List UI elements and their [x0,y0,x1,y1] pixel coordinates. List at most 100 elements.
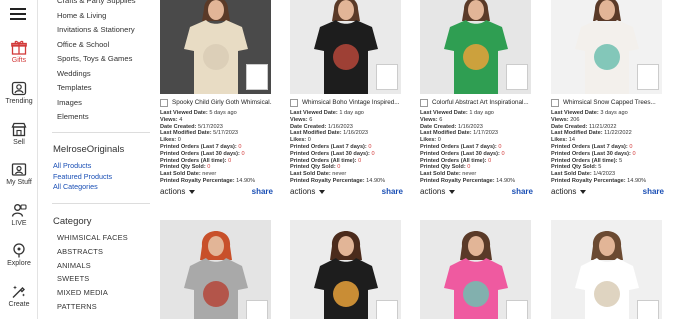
rail-label-sell: Sell [13,139,25,146]
category-link[interactable]: Office & School [57,38,136,53]
stat-label: Views: [420,116,438,123]
stat-value: 0 [241,150,245,157]
stat-label: Printed Royalty Percentage: [290,177,365,184]
product-title[interactable]: Spooky Child Girly Goth Whimsical... [172,99,272,106]
stat-row: Printed Qty Sold: 0 [160,164,272,171]
category-heading: Category [53,216,92,227]
product-image[interactable] [290,220,401,319]
product-thumbnail[interactable] [637,300,659,319]
menu-icon[interactable] [10,8,26,20]
stat-label: Printed Orders (Last 7 days): [420,143,497,150]
stat-label: Printed Royalty Percentage: [551,177,626,184]
actions-label: actions [420,187,446,196]
stat-value: 1 day ago [469,110,494,116]
all-categories-link[interactable]: All Categories [53,182,112,193]
product-stats: Last Viewed Date: 1 day ago Views: 6 Date … [420,110,532,185]
stat-row: Printed Orders (Last 30 days): 0 [420,151,532,158]
product-thumbnail[interactable] [246,64,268,90]
product-thumbnail[interactable] [376,64,398,90]
rail-item-explore[interactable]: Explore [0,243,38,267]
stat-row: Views: 4 [160,117,272,124]
stat-row: Printed Qty Sold: 5 [551,164,663,171]
chevron-down-icon [449,189,456,194]
actions-dropdown[interactable]: actions [420,187,456,196]
product-image[interactable] [551,220,662,319]
actions-label: actions [160,187,186,196]
stat-value: never [202,171,217,178]
stat-label: Printed Qty Sold: [290,164,336,171]
store-category-link[interactable]: MIXED MEDIA [57,286,128,300]
stat-row: Last Viewed Date: 1 day ago [290,110,402,117]
featured-products-link[interactable]: Featured Products [53,172,112,183]
product-thumbnail[interactable] [376,300,398,319]
stat-row: Printed Royalty Percentage: 14.90% [290,178,402,185]
category-link[interactable]: Images [57,96,136,111]
stat-value: 1/16/2023 [327,123,353,130]
product-thumbnail[interactable] [637,64,659,90]
rail-item-create[interactable]: Create [0,284,38,308]
share-link[interactable]: share [512,187,533,196]
stat-row: Date Created: 1/16/2023 [290,124,402,131]
product-image[interactable] [420,0,531,94]
product-image[interactable] [551,0,662,94]
product-image[interactable] [160,220,271,319]
select-checkbox[interactable] [420,99,428,107]
store-category-link[interactable]: ANIMALS [57,259,128,273]
rail-item-sell[interactable]: Sell [0,122,38,146]
store-category-link[interactable]: ABSTRACTS [57,245,128,259]
rail-item-gifts[interactable]: Gifts [0,40,38,64]
store-category-link[interactable]: PATTERNS [57,300,128,314]
stat-label: Date Created: [160,123,197,130]
stat-label: Printed Orders (Last 30 days): [420,150,500,157]
rail-label-create: Create [8,301,30,308]
product-thumbnail[interactable] [506,300,528,319]
select-checkbox[interactable] [551,99,559,107]
store-category-link[interactable]: SWEETS [57,272,128,286]
product-image[interactable] [160,0,271,94]
category-link[interactable]: Sports, Toys & Games [57,52,136,67]
stat-value: 11/22/2022 [604,130,632,137]
chevron-down-icon [580,189,587,194]
category-link[interactable]: Crafts & Party Supplies [57,0,136,9]
share-link[interactable]: share [252,187,273,196]
stat-value: 3 days ago [600,110,628,116]
stat-row: Last Sold Date: never [290,171,402,178]
product-title[interactable]: Colorful Abstract Art Inspirational... [432,99,532,106]
store-category-link[interactable]: WHIMSICAL FACES [57,231,128,245]
product-image[interactable] [420,220,531,319]
rail-label-trending: Trending [5,98,33,105]
product-card: Whimsical Boho Vintage Inspired... Last … [290,0,403,196]
select-checkbox[interactable] [290,99,298,107]
all-products-link[interactable]: All Products [53,161,112,172]
category-link[interactable]: Weddings [57,67,136,82]
rail-item-live[interactable]: LIVE [0,203,38,227]
store-name: MelroseOriginals [53,144,125,155]
stat-label: Printed Orders (Last 30 days): [551,150,631,157]
product-image[interactable] [290,0,401,94]
category-link[interactable]: Elements [57,110,136,125]
category-link[interactable]: Templates [57,81,136,96]
rail-item-trending[interactable]: Trending [0,81,38,105]
actions-dropdown[interactable]: actions [551,187,587,196]
product-thumbnail[interactable] [506,64,528,90]
actions-dropdown[interactable]: actions [160,187,196,196]
product-title[interactable]: Whimsical Boho Vintage Inspired... [302,99,402,106]
product-title[interactable]: Whimsical Snow Capped Trees... [563,99,663,106]
stat-row: Last Viewed Date: 5 days ago [160,110,272,117]
stat-label: Printed Royalty Percentage: [420,177,495,184]
product-thumbnail[interactable] [246,300,268,319]
rail-item-my-stuff[interactable]: My Stuff [0,162,38,186]
category-link[interactable]: Home & Living [57,9,136,24]
stat-value: 0 [368,143,372,150]
select-checkbox[interactable] [160,99,168,107]
share-link[interactable]: share [643,187,664,196]
stat-row: Date Created: 5/17/2023 [160,124,272,131]
actions-dropdown[interactable]: actions [290,187,326,196]
my-stuff-icon [11,163,27,176]
stat-row: Likes: 0 [160,137,272,144]
category-link[interactable]: Invitations & Stationery [57,23,136,38]
stat-value: 11/21/2022 [588,123,617,130]
stat-value: 5/17/2023 [197,123,223,130]
stat-label: Last Viewed Date: [551,110,599,116]
share-link[interactable]: share [382,187,403,196]
